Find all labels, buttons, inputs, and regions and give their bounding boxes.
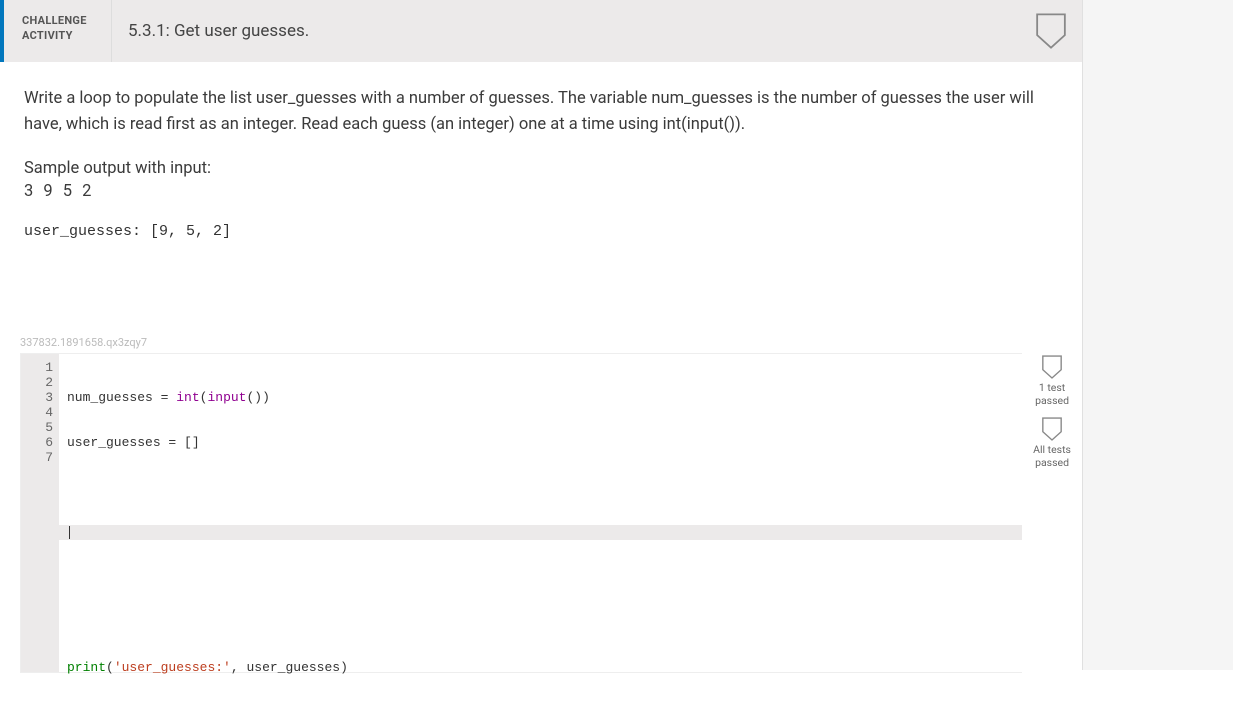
code-line[interactable] — [67, 480, 1014, 495]
line-number: 4 — [21, 405, 53, 420]
test-result-one: 1 test passed — [1035, 355, 1069, 407]
watermark-id: 337832.1891658.qx3zqy7 — [0, 256, 1082, 353]
test-results-panel: 1 test passed All tests passed — [1022, 353, 1082, 673]
line-number: 2 — [21, 375, 53, 390]
line-number: 1 — [21, 360, 53, 375]
test-result-label: All tests — [1033, 443, 1071, 456]
right-sidebar — [1083, 0, 1233, 670]
sample-output-values: user_guesses: [9, 5, 2] — [24, 223, 1058, 240]
line-number: 6 — [21, 435, 53, 450]
code-line[interactable]: user_guesses = [] — [67, 435, 1014, 450]
code-line[interactable]: print('user_guesses:', user_guesses) — [67, 660, 1014, 675]
sample-input-values: 3 9 5 2 — [24, 182, 1058, 201]
editor-wrapper: 1 2 3 4 5 6 7 num_guesses = int(input())… — [0, 353, 1082, 673]
shield-icon — [1041, 355, 1063, 379]
code-editor[interactable]: 1 2 3 4 5 6 7 num_guesses = int(input())… — [20, 353, 1022, 673]
header-title: 5.3.1: Get user guesses. — [112, 0, 1034, 62]
code-line[interactable]: num_guesses = int(input()) — [67, 390, 1014, 405]
header-badge: CHALLENGE ACTIVITY — [4, 0, 112, 62]
problem-body: Write a loop to populate the list user_g… — [0, 62, 1082, 256]
problem-description: Write a loop to populate the list user_g… — [24, 86, 1058, 137]
line-number: 7 — [21, 450, 53, 465]
shield-icon — [1041, 417, 1063, 441]
line-number: 5 — [21, 420, 53, 435]
header-badge-line1: CHALLENGE — [22, 13, 93, 28]
code-line[interactable] — [67, 570, 1014, 585]
shield-icon — [1034, 13, 1068, 49]
main-content: CHALLENGE ACTIVITY 5.3.1: Get user guess… — [0, 0, 1083, 670]
code-line[interactable] — [67, 615, 1014, 630]
activity-header: CHALLENGE ACTIVITY 5.3.1: Get user guess… — [0, 0, 1082, 62]
test-result-label: 1 test — [1035, 381, 1069, 394]
header-shield-container — [1034, 0, 1082, 62]
code-line-active[interactable] — [59, 525, 1022, 540]
header-badge-line2: ACTIVITY — [22, 28, 93, 43]
test-result-status: passed — [1035, 394, 1069, 407]
line-number-gutter: 1 2 3 4 5 6 7 — [21, 354, 59, 672]
code-area[interactable]: num_guesses = int(input()) user_guesses … — [59, 354, 1022, 672]
test-result-status: passed — [1033, 456, 1071, 469]
line-number: 3 — [21, 390, 53, 405]
test-result-all: All tests passed — [1033, 417, 1071, 469]
text-caret-icon — [69, 526, 70, 539]
sample-output-label: Sample output with input: — [24, 159, 1058, 178]
